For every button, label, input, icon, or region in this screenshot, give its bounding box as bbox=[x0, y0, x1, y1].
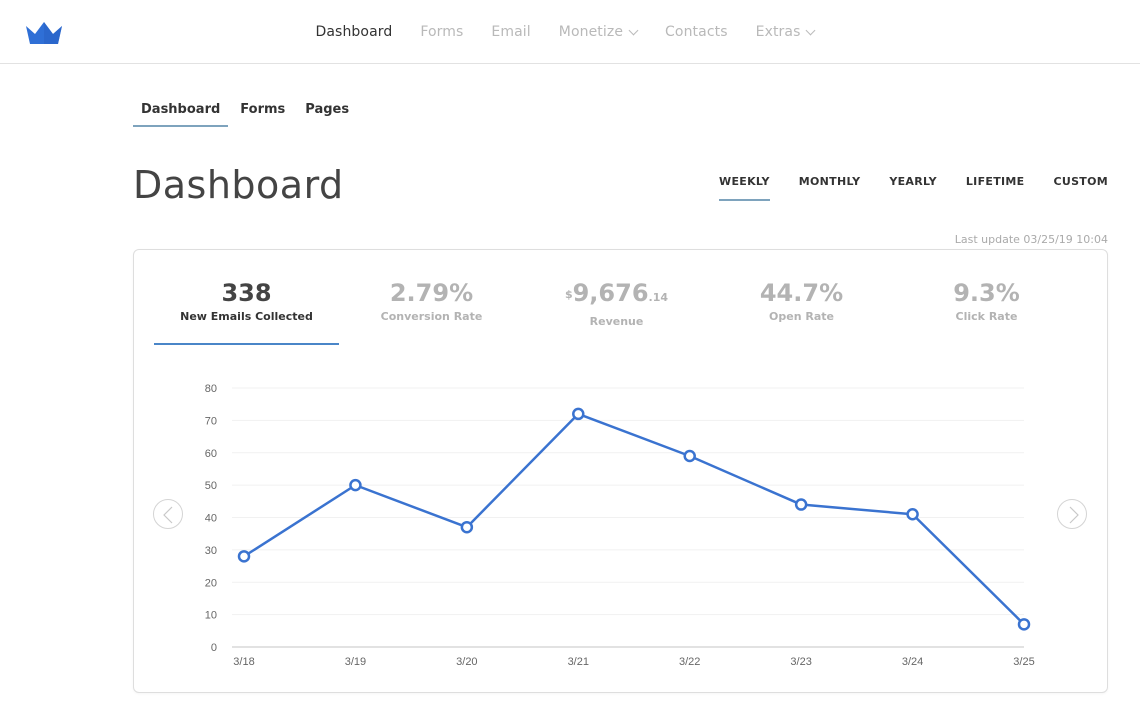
stats-card: 338 New Emails Collected 2.79% Conversion R… bbox=[133, 249, 1108, 693]
data-point bbox=[349, 478, 362, 492]
period-tabs: WEEKLY MONTHLY YEARLY LIFETIME CUSTOM bbox=[690, 175, 1108, 201]
nav-item-extras[interactable]: Extras bbox=[755, 24, 816, 40]
chevron-right-icon bbox=[1069, 506, 1079, 524]
nav-item-label: Forms bbox=[420, 24, 464, 40]
x-tick-label: 3/22 bbox=[679, 656, 700, 668]
x-tick-label: 3/21 bbox=[568, 656, 589, 668]
sub-tabs: Dashboard Forms Pages bbox=[133, 100, 361, 127]
nav-item-label: Email bbox=[491, 24, 531, 40]
data-point bbox=[906, 508, 919, 521]
nav-item-monetize[interactable]: Monetize bbox=[558, 24, 639, 40]
x-tick-label: 3/20 bbox=[456, 656, 477, 668]
nav-item-forms[interactable]: Forms bbox=[420, 24, 463, 40]
top-navigation-bar: Dashboard Forms Email Monetize Contacts Extra… bbox=[0, 0, 1140, 64]
period-tab-yearly[interactable]: YEARLY bbox=[889, 175, 937, 201]
data-point bbox=[683, 449, 696, 463]
data-point bbox=[794, 498, 808, 511]
subtab-dashboard[interactable]: Dashboard bbox=[133, 100, 229, 127]
previous-period-button[interactable] bbox=[153, 499, 183, 529]
page-title: Dashboard bbox=[133, 163, 344, 207]
x-tick-label: 3/18 bbox=[233, 656, 254, 668]
subtab-forms[interactable]: Forms bbox=[232, 100, 293, 127]
main-nav: Dashboard Forms Email Monetize Contacts Extra… bbox=[0, 0, 1140, 64]
line-chart: 0 10 20 30 40 50 60 70 80 3/18 3/19 3/20 3/21 3/22 3/2… bbox=[205, 383, 1035, 668]
data-point bbox=[572, 407, 585, 421]
x-tick-label: 3/25 bbox=[1013, 656, 1034, 668]
series-line bbox=[243, 412, 1025, 626]
chevron-left-icon bbox=[163, 506, 173, 524]
next-period-button[interactable] bbox=[1057, 499, 1087, 529]
data-point bbox=[1017, 618, 1031, 631]
nav-item-contacts[interactable]: Contacts bbox=[665, 24, 728, 40]
period-tab-weekly[interactable]: WEEKLY bbox=[719, 175, 770, 201]
nav-item-label: Monetize bbox=[558, 24, 624, 40]
nav-item-email[interactable]: Email bbox=[491, 24, 530, 40]
x-tick-label: 3/19 bbox=[345, 656, 366, 668]
nav-item-label: Contacts bbox=[665, 24, 728, 40]
y-tick-label: 10 bbox=[205, 610, 217, 622]
y-tick-label: 50 bbox=[205, 480, 217, 492]
period-tab-custom[interactable]: CUSTOM bbox=[1053, 175, 1108, 201]
data-point bbox=[460, 520, 474, 534]
y-tick-label: 70 bbox=[205, 415, 217, 427]
y-tick-label: 0 bbox=[211, 642, 217, 654]
nav-item-label: Dashboard bbox=[315, 24, 393, 40]
data-point bbox=[237, 550, 251, 563]
last-update-timestamp: Last update 03/25/19 10:04 bbox=[954, 233, 1108, 246]
y-tick-label: 30 bbox=[205, 545, 217, 557]
y-tick-label: 60 bbox=[205, 448, 217, 460]
chevron-down-icon bbox=[628, 25, 639, 35]
period-tab-lifetime[interactable]: LIFETIME bbox=[966, 175, 1025, 201]
y-tick-label: 20 bbox=[205, 577, 217, 589]
x-tick-label: 3/24 bbox=[902, 656, 923, 668]
x-tick-label: 3/23 bbox=[790, 656, 811, 668]
period-tab-monthly[interactable]: MONTHLY bbox=[799, 175, 861, 201]
y-tick-label: 80 bbox=[205, 383, 217, 395]
y-tick-label: 40 bbox=[205, 513, 217, 525]
nav-item-label: Extras bbox=[755, 24, 801, 40]
chevron-down-icon bbox=[806, 25, 816, 35]
nav-item-dashboard[interactable]: Dashboard bbox=[316, 24, 393, 40]
subtab-pages[interactable]: Pages bbox=[297, 100, 357, 127]
